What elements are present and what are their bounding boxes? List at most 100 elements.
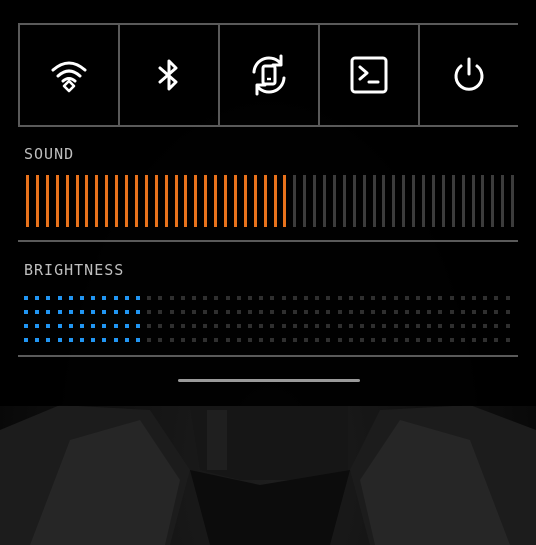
brightness-level-dot bbox=[360, 296, 364, 300]
brightness-level-dot bbox=[371, 310, 376, 314]
sound-level-bar bbox=[303, 175, 307, 227]
brightness-level-dot bbox=[281, 310, 286, 314]
brightness-level-dot bbox=[472, 324, 476, 328]
brightness-level-dot bbox=[225, 296, 230, 300]
sound-slider[interactable] bbox=[26, 175, 516, 227]
brightness-level-dot bbox=[214, 324, 219, 328]
sound-level-bar bbox=[342, 175, 346, 227]
brightness-level-dot bbox=[91, 296, 96, 300]
sound-level-bar bbox=[313, 175, 317, 227]
brightness-level-dot bbox=[438, 338, 443, 342]
brightness-level-dot bbox=[427, 310, 432, 314]
brightness-level-dot bbox=[225, 324, 230, 328]
brightness-level-dot bbox=[360, 324, 364, 328]
brightness-level-dot bbox=[147, 310, 152, 314]
auto-rotate-toggle[interactable] bbox=[220, 24, 320, 125]
brightness-level-dot bbox=[393, 338, 398, 342]
brightness-level-dot bbox=[315, 338, 320, 342]
brightness-level-dot bbox=[236, 338, 241, 342]
brightness-level-dot bbox=[68, 310, 73, 314]
brightness-level-dot bbox=[68, 296, 73, 300]
sound-level-bar bbox=[224, 175, 227, 227]
sound-level-bar bbox=[184, 175, 188, 227]
sound-level-bar bbox=[214, 175, 218, 227]
brightness-level-dot bbox=[326, 296, 331, 300]
sound-level-bar bbox=[372, 175, 376, 227]
brightness-level-dot bbox=[416, 310, 420, 314]
brightness-level-dot bbox=[494, 310, 499, 314]
sound-level-bar bbox=[481, 175, 485, 227]
brightness-level-dot bbox=[281, 338, 286, 342]
sound-level-bar bbox=[115, 175, 119, 227]
brightness-level-dot bbox=[270, 296, 275, 300]
brightness-level-dot bbox=[35, 338, 40, 342]
brightness-level-dot bbox=[337, 338, 342, 342]
power-toggle[interactable] bbox=[420, 24, 518, 125]
sound-level-bar bbox=[105, 175, 109, 227]
brightness-level-dot bbox=[270, 338, 275, 342]
brightness-level-dot bbox=[214, 338, 219, 342]
brightness-level-dot bbox=[203, 296, 208, 300]
brightness-level-dot bbox=[46, 324, 51, 328]
brightness-slider[interactable] bbox=[24, 296, 516, 342]
brightness-level-dot bbox=[113, 324, 118, 328]
sound-level-bar bbox=[164, 175, 168, 227]
brightness-level-dot bbox=[102, 296, 107, 300]
brightness-level-dot bbox=[102, 324, 107, 328]
brightness-level-dot bbox=[248, 324, 252, 328]
panel-drag-handle[interactable] bbox=[178, 379, 360, 382]
bluetooth-toggle[interactable] bbox=[120, 24, 220, 125]
brightness-level-dot bbox=[416, 296, 420, 300]
brightness-level-dot bbox=[24, 338, 28, 342]
sound-level-bar bbox=[293, 175, 297, 227]
terminal-toggle[interactable] bbox=[320, 24, 420, 125]
brightness-level-dot bbox=[80, 338, 84, 342]
brightness-level-dot bbox=[505, 310, 510, 314]
sound-level-bar bbox=[55, 175, 59, 227]
brightness-level-dot bbox=[158, 324, 163, 328]
brightness-level-dot bbox=[147, 296, 152, 300]
brightness-level-dot bbox=[416, 338, 420, 342]
sound-level-bar bbox=[35, 175, 39, 227]
brightness-level-dot bbox=[68, 338, 73, 342]
brightness-level-dot bbox=[203, 338, 208, 342]
brightness-level-dot bbox=[158, 310, 163, 314]
brightness-level-dot bbox=[483, 310, 488, 314]
brightness-level-dot bbox=[460, 310, 465, 314]
brightness-level-dot bbox=[259, 296, 264, 300]
brightness-level-dot bbox=[113, 310, 118, 314]
sound-level-bar bbox=[233, 175, 237, 227]
sound-level-bar bbox=[412, 175, 416, 227]
brightness-level-dot bbox=[24, 296, 28, 300]
sound-level-bar bbox=[243, 175, 247, 227]
wifi-toggle[interactable] bbox=[18, 24, 120, 125]
brightness-level-dot bbox=[236, 310, 241, 314]
brightness-level-dot bbox=[270, 310, 275, 314]
brightness-level-dot bbox=[281, 296, 286, 300]
brightness-level-dot bbox=[35, 296, 40, 300]
brightness-level-dot bbox=[438, 310, 443, 314]
sound-level-bar bbox=[273, 175, 277, 227]
brightness-level-dot bbox=[147, 338, 152, 342]
brightness-level-dot bbox=[393, 324, 398, 328]
brightness-label: BRIGHTNESS bbox=[24, 261, 125, 279]
brightness-level-dot bbox=[113, 338, 118, 342]
brightness-level-dot bbox=[371, 338, 376, 342]
rotate-icon bbox=[252, 54, 286, 95]
sound-level-bar bbox=[253, 175, 257, 227]
brightness-level-dot bbox=[35, 324, 40, 328]
brightness-level-dot bbox=[281, 324, 286, 328]
brightness-level-dot bbox=[102, 310, 107, 314]
brightness-level-dot bbox=[35, 310, 40, 314]
sound-level-bar bbox=[461, 175, 465, 227]
sound-level-bar bbox=[283, 175, 287, 227]
brightness-level-dot bbox=[136, 324, 140, 328]
brightness-level-dot bbox=[158, 296, 163, 300]
brightness-level-dot bbox=[24, 310, 28, 314]
sound-level-bar bbox=[392, 175, 396, 227]
brightness-level-dot bbox=[203, 310, 208, 314]
brightness-level-dot bbox=[248, 296, 252, 300]
divider-brightness bbox=[18, 355, 518, 357]
brightness-level-dot bbox=[472, 310, 476, 314]
brightness-level-dot bbox=[225, 338, 230, 342]
